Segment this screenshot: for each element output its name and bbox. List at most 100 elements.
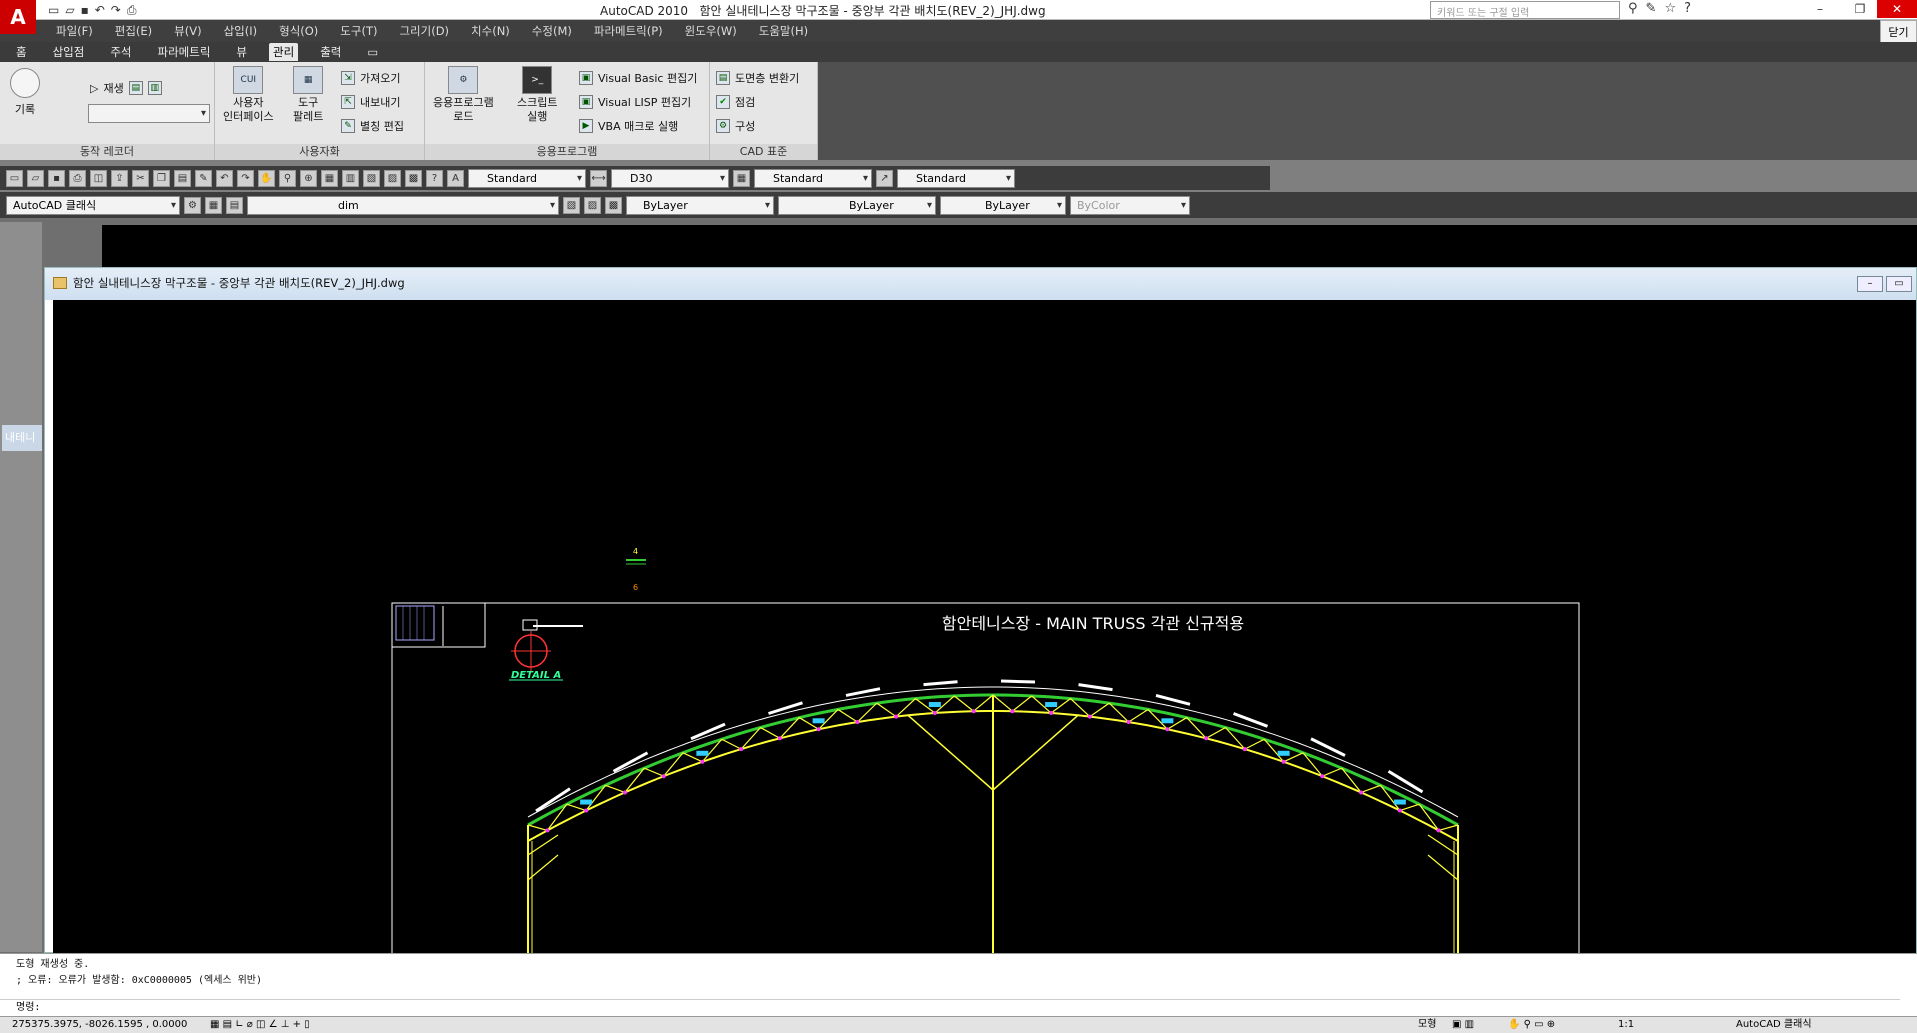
dwg-maximize-button[interactable]: ▭ [1886,276,1912,292]
copy-icon[interactable]: ❐ [153,169,170,187]
record-button[interactable]: 기록 [10,68,40,117]
layer-manager-icon[interactable]: ▤ [226,196,243,214]
tool-palettes-icon[interactable]: ▧ [363,169,380,187]
macro-icon[interactable]: ▤ [128,81,143,95]
vba-run-button[interactable]: ▶ VBA 매크로 실행 [579,118,678,134]
cut-icon[interactable]: ✂ [132,169,149,187]
save-icon[interactable]: ▪ [48,169,65,187]
edit-alias-button[interactable]: ✎ 별칭 편집 [341,118,404,134]
coordinate-readout[interactable]: 275375.3975, -8026.1595 , 0.0000 [12,1017,187,1032]
check-button[interactable]: ✔ 점검 [716,94,755,110]
menu-insert[interactable]: 삽입(I) [224,23,258,39]
tools-icon[interactable]: ✎ [1646,1,1657,16]
layer-translator-button[interactable]: ▤ 도면층 변환기 [716,70,799,86]
help-icon[interactable]: ? [1684,1,1691,16]
menu-edit[interactable]: 편집(E) [115,23,152,39]
export-button[interactable]: ⇱ 내보내기 [341,94,400,110]
text-style-select[interactable]: Standard [468,168,586,188]
command-input[interactable]: 명령: [0,999,1900,1015]
menu-file[interactable]: 파일(F) [56,23,93,39]
menu-dimension[interactable]: 치수(N) [471,23,510,39]
panel-title-action-recorder[interactable]: 동작 레코더 [0,144,214,160]
dwg-minimize-button[interactable]: – [1857,276,1883,292]
play-button[interactable]: ▷ 재생 ▤ ▥ [90,80,162,96]
new-icon[interactable]: ▭ [48,3,59,17]
search-input[interactable]: 키워드 또는 구절 입력 [1430,1,1620,19]
macro-select[interactable] [88,104,210,123]
preview-icon[interactable]: ◫ [90,169,107,187]
close-button[interactable]: ✕ [1877,0,1917,18]
save-icon[interactable]: ▪ [81,3,89,17]
redo-icon[interactable]: ↷ [237,169,254,187]
annotation-scale[interactable]: 1:1 [1618,1017,1634,1032]
macro-list-icon[interactable]: ▥ [147,81,162,95]
lineweight-select[interactable]: ByLayer [940,195,1066,215]
vba-editor-button[interactable]: ▣ Visual Basic 편집기 [579,70,697,86]
tab-insert[interactable]: 삽입점 [49,43,89,61]
calculator-icon[interactable]: ▩ [405,169,422,187]
tab-view[interactable]: 뷰 [232,43,251,61]
new-icon[interactable]: ▭ [6,169,23,187]
panel-title-applications[interactable]: 응용프로그램 [425,144,709,160]
tab-output[interactable]: 출력 [316,43,345,61]
make-current-icon[interactable]: ▧ [563,196,580,214]
configure-button[interactable]: ⚙ 구성 [716,118,755,134]
zoom-icon[interactable]: ⚲ [279,169,296,187]
binoculars-icon[interactable]: ⚲ [1628,1,1638,16]
minimize-button[interactable]: – [1800,0,1840,18]
model-button[interactable]: 모형 [1418,1017,1436,1032]
redo-icon[interactable]: ↷ [111,3,121,17]
background-drawing-canvas[interactable] [102,225,1917,267]
publish-icon[interactable]: ⇪ [111,169,128,187]
design-center-icon[interactable]: ▥ [342,169,359,187]
menu-window[interactable]: 윈도우(W) [685,23,737,39]
menu-view[interactable]: 뷰(V) [174,23,201,39]
ribbon-toggle-icon[interactable]: ▭ [363,44,382,60]
snap-toggles[interactable]: ▦ ▤ ∟ ⌀ ◫ ∠ ⊥ + ▯ [210,1017,310,1032]
lisp-editor-button[interactable]: ▣ Visual LISP 편집기 [579,94,691,110]
open-icon[interactable]: ▱ [27,169,44,187]
properties-icon[interactable]: ▦ [321,169,338,187]
import-button[interactable]: ⇲ 가져오기 [341,70,400,86]
model-space-canvas[interactable]: 4 6 함안테니스장 - MAIN TRUSS 각관 신규적용 DETAIL A [53,300,1916,953]
paste-icon[interactable]: ▤ [174,169,191,187]
run-script-button[interactable]: >_ 스크립트 실행 [517,66,557,124]
undo-icon[interactable]: ↶ [95,3,105,17]
layer-select[interactable]: dim [247,195,559,215]
help-icon[interactable]: ? [426,169,443,187]
menu-help[interactable]: 도움말(H) [759,23,808,39]
workspace-select[interactable]: AutoCAD 클래식 [6,195,180,215]
zoom-tools[interactable]: ✋ ⚲ ▭ ⊕ [1508,1017,1555,1032]
tab-annotate[interactable]: 주석 [106,43,135,61]
menu-draw[interactable]: 그리기(D) [399,23,449,39]
drawing-tab[interactable]: 내테니 [2,425,42,451]
mleader-style-select[interactable]: Standard [897,168,1015,188]
match-properties-icon[interactable]: ✎ [195,169,212,187]
layer-state-icon[interactable]: ▩ [605,196,622,214]
application-menu-button[interactable]: A [0,0,36,34]
layer-previous-icon[interactable]: ▨ [584,196,601,214]
workspace-settings-icon[interactable]: ⚙ [184,196,201,214]
linetype-select[interactable]: ByLayer [778,195,936,215]
workspace-switch[interactable]: AutoCAD 클래식 [1736,1017,1812,1032]
tab-home[interactable]: 홈 [12,43,31,61]
load-application-button[interactable]: ⚙ 응용프로그램 로드 [433,66,494,124]
plot-icon[interactable]: ⎙ [127,3,137,18]
cui-button[interactable]: CUI 사용자 인터페이스 [223,66,274,124]
workspace-save-icon[interactable]: ▦ [205,196,222,214]
sheet-set-icon[interactable]: ▨ [384,169,401,187]
plot-icon[interactable]: ⎙ [69,169,86,187]
restore-button[interactable]: ❐ [1840,0,1880,18]
star-icon[interactable]: ☆ [1664,1,1676,16]
tab-parametric[interactable]: 파라메트릭 [154,43,215,61]
color-select[interactable]: ByLayer [626,195,774,215]
zoom-window-icon[interactable]: ⊕ [300,169,317,187]
tool-palette-button[interactable]: ▦ 도구 팔레트 [293,66,323,124]
tab-manage[interactable]: 관리 [269,43,299,61]
menu-parametric[interactable]: 파라메트릭(P) [594,23,663,39]
undo-icon[interactable]: ↶ [216,169,233,187]
menu-modify[interactable]: 수정(M) [532,23,572,39]
open-icon[interactable]: ▱ [65,3,74,17]
menu-format[interactable]: 형식(O) [279,23,318,39]
table-style-select[interactable]: Standard [754,168,872,188]
